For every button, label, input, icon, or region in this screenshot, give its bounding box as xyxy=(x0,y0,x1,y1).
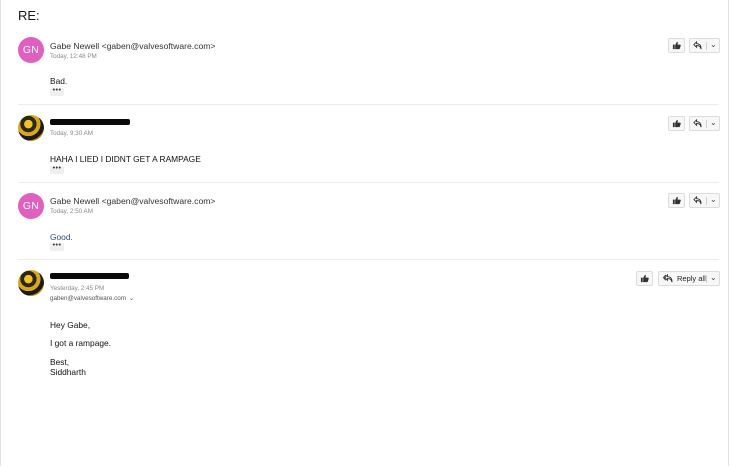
timestamp: Today, 12:48 PM xyxy=(50,53,97,60)
thumbs-up-icon xyxy=(672,41,681,50)
message-body-line: Hey Gabe, xyxy=(50,320,91,330)
divider xyxy=(706,197,707,205)
show-more-button[interactable]: ••• xyxy=(50,242,64,251)
avatar xyxy=(18,270,44,296)
reply-all-icon xyxy=(663,274,673,283)
timestamp: Yesterday, 2:45 PM xyxy=(50,285,105,292)
recipient-address: gaben@valvesoftware.com xyxy=(50,295,127,302)
timestamp: Today, 9:30 AM xyxy=(50,130,93,137)
show-more-button[interactable]: ••• xyxy=(50,87,64,96)
reply-icon xyxy=(693,196,702,205)
like-button[interactable] xyxy=(668,193,685,208)
message-divider xyxy=(18,182,719,183)
message-body-line: Siddharth xyxy=(50,367,86,377)
reply-button[interactable]: ⌄ xyxy=(689,38,720,53)
recipient-line[interactable]: gaben@valvesoftware.com ⌄ xyxy=(50,295,134,302)
thumbs-up-icon xyxy=(672,196,681,205)
thread-subject: RE: xyxy=(18,8,40,23)
divider xyxy=(706,120,707,128)
sender-name: Gabe Newell <gaben@valvesoftware.com> xyxy=(50,41,216,51)
message-body-line: Good. xyxy=(50,232,73,242)
timestamp: Today, 2:50 AM xyxy=(50,208,93,215)
chevron-down-icon[interactable]: ⌄ xyxy=(129,295,134,302)
message-body-line: Best, xyxy=(50,357,70,367)
message-divider xyxy=(18,259,719,260)
message-divider xyxy=(18,104,719,105)
chevron-down-icon[interactable]: ⌄ xyxy=(710,40,717,49)
reading-pane: RE: GN Gabe Newell <gaben@valvesoftware.… xyxy=(0,0,729,466)
reply-icon xyxy=(693,119,702,128)
show-more-button[interactable]: ••• xyxy=(50,165,64,174)
message-body-line: I got a rampage. xyxy=(50,338,111,348)
reply-icon xyxy=(693,41,702,50)
sender-name: Gabe Newell <gaben@valvesoftware.com> xyxy=(50,196,216,206)
reply-all-button[interactable]: Reply all ⌄ xyxy=(658,271,720,286)
like-button[interactable] xyxy=(668,116,685,131)
thumbs-up-icon xyxy=(640,274,649,283)
avatar: GN xyxy=(18,193,44,219)
redacted-sender-name xyxy=(50,273,129,279)
like-button[interactable] xyxy=(668,38,685,53)
chevron-down-icon[interactable]: ⌄ xyxy=(710,118,717,127)
message-body-line: Bad. xyxy=(50,76,68,86)
reply-all-label: Reply all xyxy=(677,274,706,283)
like-button[interactable] xyxy=(636,271,653,286)
chevron-down-icon[interactable]: ⌄ xyxy=(710,273,717,282)
reply-button[interactable]: ⌄ xyxy=(689,193,720,208)
divider xyxy=(706,275,707,283)
thumbs-up-icon xyxy=(672,119,681,128)
avatar: GN xyxy=(18,37,44,63)
redacted-sender-name xyxy=(50,119,130,125)
message-body-line: HAHA I LIED I DIDNT GET A RAMPAGE xyxy=(50,154,201,164)
avatar xyxy=(18,115,44,141)
chevron-down-icon[interactable]: ⌄ xyxy=(710,195,717,204)
reply-button[interactable]: ⌄ xyxy=(689,116,720,131)
divider xyxy=(706,42,707,50)
